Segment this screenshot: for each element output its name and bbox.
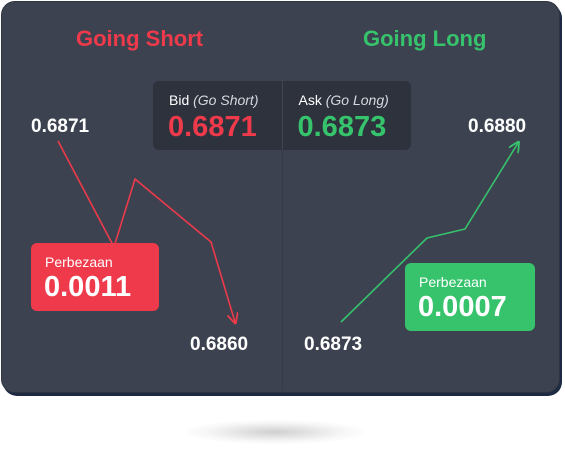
short-difference-value: 0.0011 [44,271,132,303]
short-end-price: 0.6860 [190,334,249,355]
long-difference-value: 0.0007 [418,291,507,323]
price-movement-lines [57,0,565,458]
long-difference-label: Perbezaan [419,274,487,290]
short-difference-box: Perbezaan 0.0011 [31,243,159,311]
card-floor-shadow [185,420,365,444]
long-end-price: 0.6880 [468,116,527,137]
short-start-price: 0.6871 [31,116,90,137]
long-start-price: 0.6873 [304,334,363,355]
short-difference-label: Perbezaan [45,254,113,270]
long-difference-box: Perbezaan 0.0007 [405,263,535,331]
